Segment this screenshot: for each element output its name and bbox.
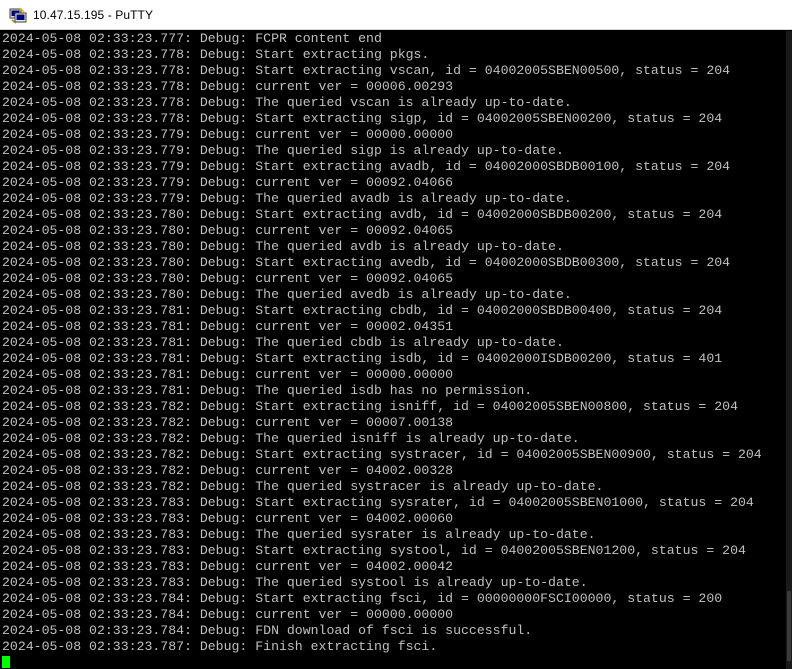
terminal-area[interactable]: 2024-05-08 02:33:23.777: Debug: FCPR con… — [0, 31, 786, 669]
terminal-line: 2024-05-08 02:33:23.779: Debug: The quer… — [2, 143, 564, 158]
terminal-cursor — [2, 656, 10, 668]
terminal-line: 2024-05-08 02:33:23.784: Debug: FDN down… — [2, 623, 533, 638]
terminal-line: 2024-05-08 02:33:23.781: Debug: current … — [2, 367, 454, 382]
terminal-output: 2024-05-08 02:33:23.777: Debug: FCPR con… — [0, 31, 786, 655]
terminal-line: 2024-05-08 02:33:23.783: Debug: Start ex… — [2, 495, 754, 510]
terminal-line: 2024-05-08 02:33:23.781: Debug: current … — [2, 319, 454, 334]
terminal-line: 2024-05-08 02:33:23.778: Debug: Start ex… — [2, 111, 723, 126]
terminal-line: 2024-05-08 02:33:23.782: Debug: The quer… — [2, 479, 604, 494]
terminal-line: 2024-05-08 02:33:23.778: Debug: Start ex… — [2, 47, 430, 62]
terminal-line: 2024-05-08 02:33:23.784: Debug: Start ex… — [2, 591, 723, 606]
terminal-line: 2024-05-08 02:33:23.782: Debug: Start ex… — [2, 399, 738, 414]
terminal-line: 2024-05-08 02:33:23.782: Debug: current … — [2, 463, 454, 478]
terminal-line: 2024-05-08 02:33:23.779: Debug: Start ex… — [2, 159, 731, 174]
terminal-line: 2024-05-08 02:33:23.780: Debug: current … — [2, 223, 454, 238]
terminal-line: 2024-05-08 02:33:23.780: Debug: Start ex… — [2, 255, 731, 270]
terminal-line: 2024-05-08 02:33:23.782: Debug: Start ex… — [2, 447, 762, 462]
terminal-scrollbar[interactable] — [786, 31, 792, 669]
title-bar[interactable]: 10.47.15.195 - PuTTY — [0, 0, 792, 30]
terminal-line: 2024-05-08 02:33:23.784: Debug: current … — [2, 607, 454, 622]
terminal-line: 2024-05-08 02:33:23.781: Debug: The quer… — [2, 335, 564, 350]
terminal-line: 2024-05-08 02:33:23.783: Debug: current … — [2, 511, 454, 526]
terminal-line: 2024-05-08 02:33:23.780: Debug: current … — [2, 271, 454, 286]
terminal-line: 2024-05-08 02:33:23.779: Debug: current … — [2, 175, 454, 190]
terminal-line: 2024-05-08 02:33:23.780: Debug: The quer… — [2, 239, 564, 254]
terminal-line: 2024-05-08 02:33:23.783: Debug: current … — [2, 559, 454, 574]
terminal-line: 2024-05-08 02:33:23.783: Debug: The quer… — [2, 527, 596, 542]
window-title: 10.47.15.195 - PuTTY — [33, 7, 154, 22]
terminal-line: 2024-05-08 02:33:23.783: Debug: The quer… — [2, 575, 588, 590]
scrollbar-thumb[interactable] — [787, 591, 791, 661]
terminal-line: 2024-05-08 02:33:23.787: Debug: Finish e… — [2, 639, 438, 654]
terminal-line: 2024-05-08 02:33:23.781: Debug: Start ex… — [2, 303, 723, 318]
putty-window: 10.47.15.195 - PuTTY 2024-05-08 02:33:23… — [0, 0, 792, 669]
terminal-line: 2024-05-08 02:33:23.783: Debug: Start ex… — [2, 543, 746, 558]
terminal-line: 2024-05-08 02:33:23.777: Debug: FCPR con… — [2, 31, 382, 46]
terminal-line: 2024-05-08 02:33:23.779: Debug: current … — [2, 127, 454, 142]
terminal-line: 2024-05-08 02:33:23.781: Debug: Start ex… — [2, 351, 723, 366]
terminal-line: 2024-05-08 02:33:23.780: Debug: Start ex… — [2, 207, 723, 222]
terminal-line: 2024-05-08 02:33:23.782: Debug: current … — [2, 415, 454, 430]
terminal-line: 2024-05-08 02:33:23.778: Debug: current … — [2, 79, 454, 94]
terminal-line: 2024-05-08 02:33:23.782: Debug: The quer… — [2, 431, 580, 446]
terminal-line: 2024-05-08 02:33:23.779: Debug: The quer… — [2, 191, 572, 206]
terminal-line: 2024-05-08 02:33:23.780: Debug: The quer… — [2, 287, 572, 302]
terminal-line: 2024-05-08 02:33:23.778: Debug: Start ex… — [2, 63, 731, 78]
putty-icon[interactable] — [9, 6, 27, 24]
terminal-line: 2024-05-08 02:33:23.778: Debug: The quer… — [2, 95, 572, 110]
terminal-line: 2024-05-08 02:33:23.781: Debug: The quer… — [2, 383, 533, 398]
